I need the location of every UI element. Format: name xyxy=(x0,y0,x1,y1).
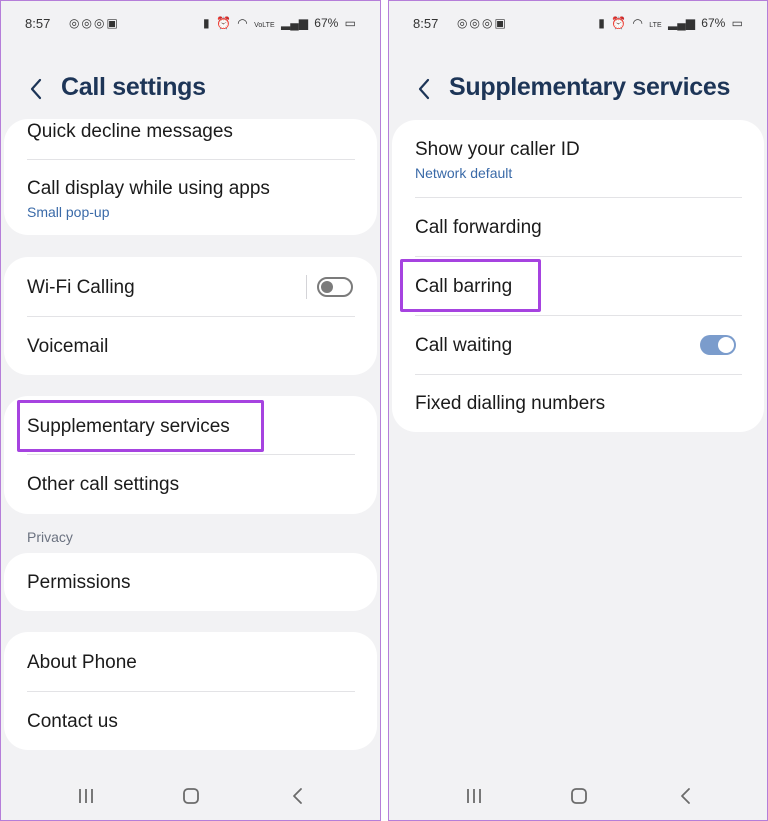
instagram-icon: ◎ xyxy=(81,16,94,30)
app-header: Supplementary services xyxy=(389,67,767,111)
list-item-value: Network default xyxy=(415,165,513,181)
status-time: 8:57 xyxy=(413,16,439,31)
list-item-label: Call display while using apps xyxy=(27,178,270,199)
home-icon[interactable] xyxy=(183,788,199,804)
back-icon[interactable] xyxy=(27,77,45,101)
list-item-permissions[interactable]: Permissions xyxy=(4,553,377,611)
list-item-label: Wi-Fi Calling xyxy=(27,277,135,298)
list-item-label: Quick decline messages xyxy=(27,121,233,142)
status-bar: 8:57 ◎◎◎▣ ▮ ⏰ ◠ VoLTE ▂▄▆ 67% ▭ xyxy=(1,1,380,45)
notification-icons: ◎◎◎▣ xyxy=(69,16,120,30)
call-waiting-toggle[interactable] xyxy=(700,335,736,355)
wifi-calling-toggle[interactable] xyxy=(317,277,353,297)
calling-card: Wi-Fi Calling Voicemail xyxy=(4,257,377,375)
signal-icon: ▂▄▆ xyxy=(280,16,308,30)
system-icons: ▮ ⏰ ◠ LTE ▂▄▆ 67% ▭ xyxy=(595,16,743,30)
navigation-bar xyxy=(1,776,380,816)
list-item-label: Show your caller ID xyxy=(415,139,580,160)
section-header-privacy: Privacy xyxy=(27,529,73,545)
call-settings-screen: 8:57 ◎◎◎▣ ▮ ⏰ ◠ VoLTE ▂▄▆ 67% ▭ Call set… xyxy=(0,0,381,821)
recents-icon[interactable] xyxy=(465,788,483,804)
wifi-icon: ◠ xyxy=(632,16,643,30)
list-item-value: Small pop-up xyxy=(27,204,110,220)
nav-back-icon[interactable] xyxy=(291,787,303,805)
toggle-separator xyxy=(306,275,307,299)
back-icon[interactable] xyxy=(415,77,433,101)
home-icon[interactable] xyxy=(571,788,587,804)
list-item-label: Call forwarding xyxy=(415,217,542,238)
supplementary-services-screen: 8:57 ◎◎◎▣ ▮ ⏰ ◠ LTE ▂▄▆ 67% ▭ Supplement… xyxy=(388,0,768,821)
highlight-box xyxy=(17,400,264,452)
battery-percent: 67% xyxy=(701,16,726,30)
list-item-voicemail[interactable]: Voicemail xyxy=(4,317,377,375)
page-title: Supplementary services xyxy=(449,73,731,101)
list-item-label: Fixed dialling numbers xyxy=(415,393,606,414)
system-icons: ▮ ⏰ ◠ VoLTE ▂▄▆ 67% ▭ xyxy=(200,16,356,30)
list-item-label: Other call settings xyxy=(27,474,180,495)
list-item-label: Permissions xyxy=(27,572,131,593)
status-bar: 8:57 ◎◎◎▣ ▮ ⏰ ◠ LTE ▂▄▆ 67% ▭ xyxy=(389,1,767,45)
gallery-icon: ▣ xyxy=(106,16,120,30)
list-item-other-call-settings[interactable]: Other call settings xyxy=(4,455,377,514)
alarm-icon: ⏰ xyxy=(611,16,627,30)
instagram-icon: ◎ xyxy=(481,16,495,30)
volte-label: VoLTE xyxy=(254,22,275,29)
gallery-icon: ▣ xyxy=(494,16,508,30)
list-item-caller-id[interactable]: Show your caller ID Network default xyxy=(392,120,764,197)
list-item-call-display[interactable]: Call display while using apps Small pop-… xyxy=(4,160,377,235)
page-title: Call settings xyxy=(61,73,206,101)
list-item-label: Contact us xyxy=(27,711,118,732)
alarm-icon: ⏰ xyxy=(216,16,231,30)
list-item-label: Call waiting xyxy=(415,335,513,356)
wifi-icon: ◠ xyxy=(237,16,248,30)
about-card: About Phone Contact us xyxy=(4,632,377,750)
list-item-wifi-calling[interactable]: Wi-Fi Calling xyxy=(4,257,377,316)
list-item-fixed-dialling[interactable]: Fixed dialling numbers xyxy=(392,375,764,432)
notification-icons: ◎◎◎▣ xyxy=(457,16,508,30)
battery-saver-icon: ▮ xyxy=(598,16,605,30)
instagram-icon: ◎ xyxy=(93,16,107,30)
list-item-call-waiting[interactable]: Call waiting xyxy=(392,316,764,374)
status-time: 8:57 xyxy=(25,16,51,31)
display-settings-card: Quick decline messages Call display whil… xyxy=(4,119,377,235)
battery-icon: ▭ xyxy=(731,16,743,30)
nav-back-icon[interactable] xyxy=(679,787,691,805)
list-item-call-forwarding[interactable]: Call forwarding xyxy=(392,198,764,256)
battery-percent: 67% xyxy=(314,16,339,30)
battery-saver-icon: ▮ xyxy=(203,16,210,30)
instagram-icon: ◎ xyxy=(457,16,470,30)
toggle-knob xyxy=(321,281,333,293)
instagram-icon: ◎ xyxy=(469,16,482,30)
list-item-quick-decline[interactable]: Quick decline messages xyxy=(4,119,377,159)
app-header: Call settings xyxy=(1,67,380,111)
navigation-bar xyxy=(389,776,767,816)
list-item-contact-us[interactable]: Contact us xyxy=(4,692,377,750)
privacy-card: Permissions xyxy=(4,553,377,611)
list-item-about-phone[interactable]: About Phone xyxy=(4,632,377,691)
lte-label: LTE xyxy=(649,22,662,29)
list-item-label: Voicemail xyxy=(27,336,109,357)
toggle-knob xyxy=(718,337,734,353)
highlight-box xyxy=(400,259,541,312)
instagram-icon: ◎ xyxy=(69,16,82,30)
battery-icon: ▭ xyxy=(344,16,356,30)
recents-icon[interactable] xyxy=(77,788,95,804)
signal-icon: ▂▄▆ xyxy=(667,16,695,30)
list-item-label: About Phone xyxy=(27,652,137,673)
